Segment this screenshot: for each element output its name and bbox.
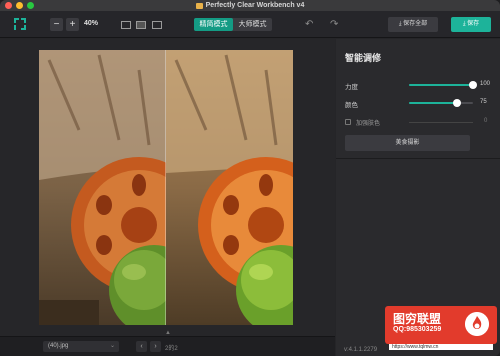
strength-value: 100: [480, 81, 491, 87]
tab-simple-mode[interactable]: 精简模式: [194, 18, 233, 31]
zoom-out-button[interactable]: −: [50, 18, 63, 31]
zoom-in-button[interactable]: +: [66, 18, 79, 31]
color-slider-fill: [409, 102, 457, 104]
undo-icon[interactable]: ↶: [305, 19, 313, 30]
side-by-side-view-icon[interactable]: [152, 21, 162, 29]
zoom-level: 40%: [84, 20, 99, 27]
slider-label-strength: 力度: [345, 84, 358, 91]
page-indicator: 2的2: [165, 346, 178, 352]
photo-preview: [39, 50, 293, 325]
save-label: 保存: [467, 21, 480, 27]
toolbar: − + 40% 精简模式 大师模式 ↶ ↷ ⤓ 保存全部 ⤓ 保存: [0, 11, 500, 38]
download-icon: ⤓: [398, 21, 402, 27]
app-window: Perfectly Clear Workbench v4 − + 40% 精简模…: [0, 0, 500, 356]
file-name: (40).jpg: [48, 343, 69, 349]
file-select[interactable]: (40).jpg ⌄: [43, 341, 119, 352]
strength-slider[interactable]: [409, 81, 477, 89]
single-view-icon[interactable]: [121, 21, 131, 29]
compare-divider[interactable]: [165, 50, 166, 325]
skin-tone-label: 加强肤色: [356, 121, 381, 127]
image-canvas: [0, 39, 335, 336]
save-button[interactable]: ⤓ 保存: [451, 17, 491, 32]
strength-slider-fill: [409, 84, 473, 86]
save-all-button[interactable]: ⤓ 保存全部: [388, 17, 438, 32]
window-controls: [5, 2, 34, 9]
version-text: v:4.1.1.2279: [344, 347, 378, 353]
prev-image-button[interactable]: ‹: [136, 341, 147, 352]
next-image-button[interactable]: ›: [150, 341, 161, 352]
panel-divider: [336, 158, 500, 159]
close-window-button[interactable]: [5, 2, 12, 9]
strength-slider-knob[interactable]: [469, 81, 477, 89]
watermark-url: https://www.tqlmw.cn: [389, 344, 493, 350]
window-title: Perfectly Clear Workbench v4: [205, 2, 305, 9]
food-photo-after: [166, 50, 293, 325]
app-logo-icon: [14, 18, 26, 30]
watermark-qq: QQ:985303259: [393, 326, 442, 333]
food-photo-before: [39, 50, 166, 325]
color-slider-knob[interactable]: [453, 99, 461, 107]
maximize-window-button[interactable]: [27, 2, 34, 9]
redo-icon[interactable]: ↷: [330, 19, 338, 30]
tab-master-mode[interactable]: 大师模式: [233, 18, 272, 31]
preset-food-button[interactable]: 美食摄影: [345, 135, 470, 151]
photo-before: [39, 50, 166, 325]
color-slider[interactable]: [409, 99, 473, 107]
minimize-window-button[interactable]: [16, 2, 23, 9]
save-all-label: 保存全部: [403, 21, 428, 27]
panel-title: 智能调修: [345, 53, 382, 63]
title-wrap: Perfectly Clear Workbench v4: [195, 2, 305, 9]
color-value: 75: [480, 99, 487, 105]
photo-after: [166, 50, 293, 325]
skin-tone-value: 0: [484, 118, 488, 124]
chevron-down-icon: ⌄: [109, 343, 115, 349]
split-view-icon[interactable]: [136, 21, 146, 29]
skin-tone-checkbox[interactable]: [345, 119, 351, 125]
watermark-title: 图穷联盟: [393, 312, 442, 326]
download-icon: ⤓: [462, 21, 466, 27]
watermark: 图穷联盟 QQ:985303259 https://www.tqlmw.cn: [385, 306, 497, 350]
skin-tone-slider: [409, 122, 473, 123]
title-bar: Perfectly Clear Workbench v4: [0, 0, 500, 11]
flame-logo-icon: [465, 312, 489, 336]
slider-label-color: 颜色: [345, 102, 358, 109]
mode-switch: 精简模式 大师模式: [194, 18, 272, 31]
folder-icon: [195, 2, 203, 9]
